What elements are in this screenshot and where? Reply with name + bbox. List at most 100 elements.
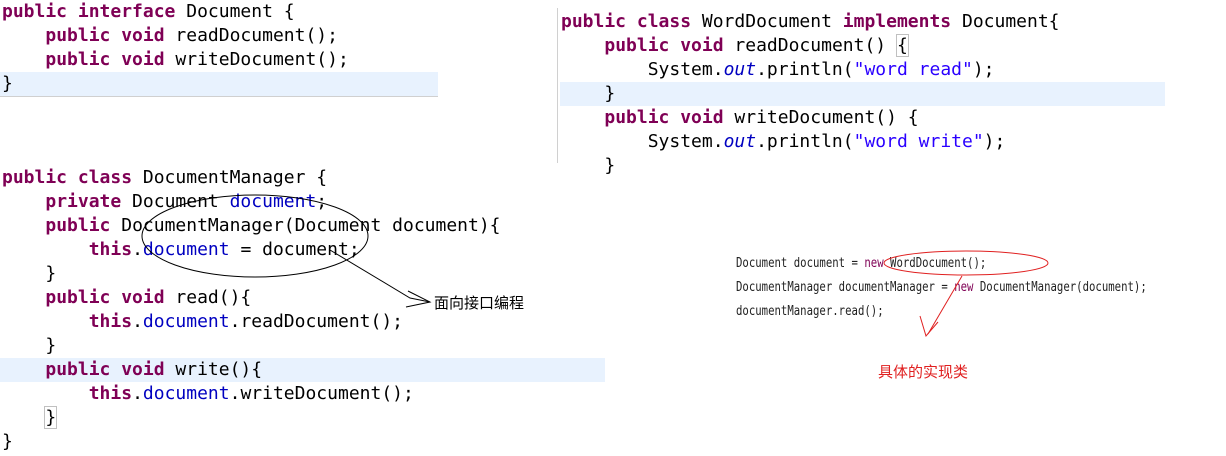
- code-token: document: [142, 239, 230, 260]
- code-line: }: [2, 334, 501, 358]
- code-token: Document: [121, 191, 230, 212]
- code-token: }: [2, 431, 13, 452]
- code-line: }: [2, 262, 501, 286]
- code-token: Document{: [951, 11, 1060, 32]
- code-line: private Document document;: [2, 190, 501, 214]
- code-token: public void: [45, 25, 165, 46]
- code-line: System.out.println("word write");: [561, 130, 1060, 154]
- code-token: writeDocument() {: [723, 107, 919, 128]
- code-token: }: [2, 335, 57, 356]
- code-token: .writeDocument();: [229, 383, 414, 404]
- editor-divider: [557, 8, 558, 163]
- interface-document-code: public interface Document { public void …: [2, 0, 349, 96]
- code-token: DocumentManager(document);: [973, 280, 1147, 295]
- code-token: readDocument();: [164, 25, 338, 46]
- code-token: WordDocument();: [883, 256, 987, 271]
- code-line: public void read(){: [2, 286, 501, 310]
- code-token: public interface: [2, 1, 176, 22]
- code-token: Document document =: [736, 256, 865, 271]
- code-token: read(){: [164, 287, 252, 308]
- code-token: new: [954, 280, 974, 295]
- code-token: DocumentManager documentManager =: [736, 280, 955, 295]
- code-line: }: [2, 72, 349, 96]
- code-token: public class: [561, 11, 692, 32]
- code-token: this: [88, 239, 133, 260]
- code-line: System.out.println("word read");: [561, 58, 1060, 82]
- code-token: this: [88, 383, 133, 404]
- code-token: public void: [45, 49, 165, 70]
- code-token: this: [88, 311, 133, 332]
- code-token: public void: [604, 35, 724, 56]
- code-line: public class WordDocument implements Doc…: [561, 10, 1060, 34]
- code-token: }: [561, 83, 616, 104]
- code-token: public void: [45, 287, 165, 308]
- code-line: public DocumentManager(Document document…: [2, 214, 501, 238]
- code-line: this.document.readDocument();: [2, 310, 501, 334]
- code-line: public void write(){: [2, 358, 501, 382]
- usage-snippet-code: Document document = new WordDocument(); D…: [736, 252, 1147, 324]
- code-token: System.: [561, 59, 724, 80]
- code-token: write(){: [164, 359, 263, 380]
- code-token: "word read": [853, 59, 973, 80]
- code-token: document: [229, 191, 317, 212]
- code-line: DocumentManager documentManager = new Do…: [736, 276, 1147, 300]
- code-token: ;: [316, 191, 328, 212]
- document-manager-class-code: public class DocumentManager { private D…: [2, 166, 501, 454]
- code-line: }: [2, 406, 501, 430]
- code-token: Document {: [175, 1, 295, 22]
- code-token: public: [45, 215, 111, 236]
- code-token: );: [972, 59, 995, 80]
- code-token: }: [561, 155, 616, 176]
- code-line: public void writeDocument() {: [561, 106, 1060, 130]
- code-token: out: [723, 59, 757, 80]
- code-token: System.: [561, 131, 724, 152]
- code-token: DocumentManager(Document document){: [110, 215, 501, 236]
- code-line: }: [561, 154, 1060, 178]
- code-line: public interface Document {: [2, 0, 349, 24]
- code-token: "word write": [853, 131, 984, 152]
- code-token: {: [895, 34, 909, 57]
- code-token: }: [2, 73, 13, 94]
- block-separator: [0, 96, 438, 97]
- code-token: );: [983, 131, 1006, 152]
- code-token: documentManager.read();: [736, 304, 884, 319]
- code-token: DocumentManager {: [132, 167, 328, 188]
- code-token: readDocument(): [723, 35, 897, 56]
- code-token: document: [142, 311, 230, 332]
- code-line: }: [561, 82, 1060, 106]
- code-token: out: [723, 131, 757, 152]
- code-line: public void writeDocument();: [2, 48, 349, 72]
- code-token: new: [864, 256, 884, 271]
- code-token: .: [132, 239, 143, 260]
- code-line: Document document = new WordDocument();: [736, 252, 1147, 276]
- interface-programming-note: 面向接口编程: [434, 294, 525, 312]
- code-token: writeDocument();: [164, 49, 349, 70]
- code-token: public void: [604, 107, 724, 128]
- code-token: .: [132, 311, 143, 332]
- code-token: public void: [45, 359, 165, 380]
- code-token: .println(: [756, 59, 854, 80]
- code-token: .println(: [756, 131, 854, 152]
- code-token: private: [45, 191, 122, 212]
- code-line: documentManager.read();: [736, 300, 1147, 324]
- code-token: public class: [2, 167, 133, 188]
- code-line: public class DocumentManager {: [2, 166, 501, 190]
- code-token: .readDocument();: [229, 311, 403, 332]
- code-token: }: [2, 263, 57, 284]
- code-token: implements: [842, 11, 952, 32]
- concrete-impl-note: 具体的实现类: [878, 363, 969, 381]
- code-line: this.document = document;: [2, 238, 501, 262]
- code-line: }: [2, 430, 501, 454]
- code-token: .: [132, 383, 143, 404]
